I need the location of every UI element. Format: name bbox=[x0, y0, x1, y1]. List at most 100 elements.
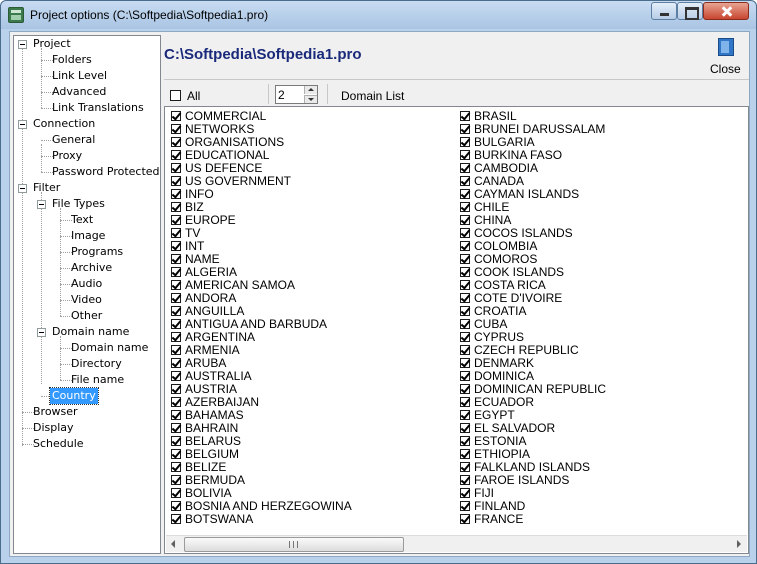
domain-checkbox[interactable] bbox=[460, 163, 470, 173]
tree-item-filter[interactable]: Filter bbox=[31, 180, 62, 196]
domain-checkbox[interactable] bbox=[460, 189, 470, 199]
minimize-button[interactable] bbox=[651, 2, 677, 20]
scroll-right-arrow-icon[interactable] bbox=[730, 536, 747, 553]
domain-checkbox[interactable] bbox=[460, 150, 470, 160]
domain-checkbox[interactable] bbox=[460, 371, 470, 381]
domain-checkbox[interactable] bbox=[171, 254, 181, 264]
domain-checkbox[interactable] bbox=[460, 319, 470, 329]
domain-checkbox[interactable] bbox=[171, 397, 181, 407]
domain-checkbox[interactable] bbox=[460, 306, 470, 316]
domain-checkbox[interactable] bbox=[460, 397, 470, 407]
tree-item-other[interactable]: Other bbox=[69, 308, 104, 324]
options-tree[interactable]: Project Folders Link Level Advanced Link… bbox=[13, 35, 161, 554]
domain-checkbox[interactable] bbox=[171, 410, 181, 420]
tree-item-file-types[interactable]: File Types bbox=[50, 196, 107, 212]
tree-item-link-translations[interactable]: Link Translations bbox=[50, 100, 146, 116]
tree-item-folders[interactable]: Folders bbox=[50, 52, 94, 68]
domain-checkbox[interactable] bbox=[171, 176, 181, 186]
domain-checkbox[interactable] bbox=[171, 436, 181, 446]
domain-checkbox[interactable] bbox=[460, 228, 470, 238]
collapse-connection-icon[interactable] bbox=[18, 120, 27, 129]
tree-item-general[interactable]: General bbox=[50, 132, 97, 148]
tree-item-domain-name-group[interactable]: Domain name bbox=[50, 324, 131, 340]
domain-checkbox[interactable] bbox=[460, 436, 470, 446]
tree-item-directory[interactable]: Directory bbox=[69, 356, 124, 372]
domain-checkbox[interactable] bbox=[460, 241, 470, 251]
domain-item[interactable]: FRANCE bbox=[460, 513, 740, 526]
tree-item-archive[interactable]: Archive bbox=[69, 260, 114, 276]
tree-item-proxy[interactable]: Proxy bbox=[50, 148, 84, 164]
scroll-thumb[interactable] bbox=[184, 537, 404, 552]
tree-item-schedule[interactable]: Schedule bbox=[31, 436, 86, 452]
domain-item[interactable]: TV bbox=[171, 227, 451, 240]
domain-list[interactable]: COMMERCIAL NETWORKS ORGANISATIONS EDUCATION… bbox=[164, 106, 749, 554]
domain-checkbox[interactable] bbox=[171, 228, 181, 238]
collapse-domain-name-icon[interactable] bbox=[37, 328, 46, 337]
collapse-file-types-icon[interactable] bbox=[37, 200, 46, 209]
tree-item-image[interactable]: Image bbox=[69, 228, 107, 244]
domain-checkbox[interactable] bbox=[460, 111, 470, 121]
domain-checkbox[interactable] bbox=[460, 488, 470, 498]
domain-checkbox[interactable] bbox=[171, 124, 181, 134]
tree-item-project[interactable]: Project bbox=[31, 36, 73, 52]
domain-checkbox[interactable] bbox=[171, 488, 181, 498]
domain-checkbox[interactable] bbox=[460, 267, 470, 277]
tree-item-video[interactable]: Video bbox=[69, 292, 104, 308]
domain-checkbox[interactable] bbox=[171, 319, 181, 329]
domain-checkbox[interactable] bbox=[171, 371, 181, 381]
domain-checkbox[interactable] bbox=[460, 501, 470, 511]
domain-checkbox[interactable] bbox=[171, 189, 181, 199]
domain-checkbox[interactable] bbox=[460, 280, 470, 290]
domain-checkbox[interactable] bbox=[460, 475, 470, 485]
domain-item[interactable]: BOTSWANA bbox=[171, 513, 451, 526]
domain-checkbox[interactable] bbox=[171, 384, 181, 394]
tree-item-file-name[interactable]: File name bbox=[69, 372, 126, 388]
tree-item-domain-name[interactable]: Domain name bbox=[69, 340, 150, 356]
domain-checkbox[interactable] bbox=[171, 475, 181, 485]
collapse-project-icon[interactable] bbox=[18, 40, 27, 49]
level-spinner-input[interactable] bbox=[278, 87, 302, 102]
domain-checkbox[interactable] bbox=[460, 202, 470, 212]
domain-checkbox[interactable] bbox=[171, 280, 181, 290]
domain-checkbox[interactable] bbox=[171, 332, 181, 342]
tree-item-display[interactable]: Display bbox=[31, 420, 76, 436]
domain-checkbox[interactable] bbox=[460, 293, 470, 303]
maximize-button[interactable] bbox=[677, 2, 703, 20]
tree-item-password-protected[interactable]: Password Protected bbox=[50, 164, 160, 180]
collapse-filter-icon[interactable] bbox=[18, 184, 27, 193]
domain-checkbox[interactable] bbox=[460, 358, 470, 368]
domain-checkbox[interactable] bbox=[171, 163, 181, 173]
all-checkbox[interactable] bbox=[170, 90, 181, 101]
spin-down-arrow-icon[interactable] bbox=[304, 95, 317, 103]
tree-item-browser[interactable]: Browser bbox=[31, 404, 80, 420]
domain-item[interactable]: INFO bbox=[171, 188, 451, 201]
tree-item-text[interactable]: Text bbox=[69, 212, 95, 228]
domain-checkbox[interactable] bbox=[460, 254, 470, 264]
tree-item-advanced[interactable]: Advanced bbox=[50, 84, 108, 100]
domain-checkbox[interactable] bbox=[460, 423, 470, 433]
title-bar[interactable]: Project options (C:\Softpedia\Softpedia1… bbox=[1, 1, 756, 29]
domain-checkbox[interactable] bbox=[460, 514, 470, 524]
domain-checkbox[interactable] bbox=[171, 501, 181, 511]
window-close-button[interactable] bbox=[703, 2, 749, 20]
tree-item-country[interactable]: Country bbox=[49, 387, 99, 405]
domain-checkbox[interactable] bbox=[171, 293, 181, 303]
domain-checkbox[interactable] bbox=[460, 345, 470, 355]
domain-checkbox[interactable] bbox=[460, 124, 470, 134]
domain-checkbox[interactable] bbox=[171, 306, 181, 316]
domain-checkbox[interactable] bbox=[460, 176, 470, 186]
domain-checkbox[interactable] bbox=[171, 215, 181, 225]
domain-checkbox[interactable] bbox=[171, 345, 181, 355]
domain-checkbox[interactable] bbox=[171, 358, 181, 368]
domain-checkbox[interactable] bbox=[460, 137, 470, 147]
domain-checkbox[interactable] bbox=[460, 332, 470, 342]
domain-checkbox[interactable] bbox=[171, 423, 181, 433]
domain-checkbox[interactable] bbox=[460, 462, 470, 472]
domain-checkbox[interactable] bbox=[171, 462, 181, 472]
domain-checkbox[interactable] bbox=[171, 202, 181, 212]
domain-checkbox[interactable] bbox=[171, 111, 181, 121]
scroll-left-arrow-icon[interactable] bbox=[166, 536, 183, 553]
domain-item[interactable]: EUROPE bbox=[171, 214, 451, 227]
tree-item-connection[interactable]: Connection bbox=[31, 116, 97, 132]
domain-checkbox[interactable] bbox=[171, 241, 181, 251]
